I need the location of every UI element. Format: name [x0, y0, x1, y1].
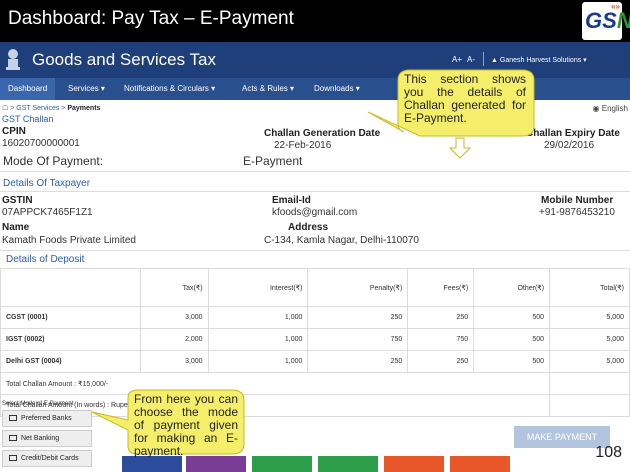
- bottom-callout-text: From here you can choose the mode of pay…: [134, 392, 238, 458]
- top-callout-text: This section shows you the details of Ch…: [404, 72, 526, 125]
- down-arrow-icon: [448, 137, 472, 159]
- callout-shapes: [91, 69, 535, 455]
